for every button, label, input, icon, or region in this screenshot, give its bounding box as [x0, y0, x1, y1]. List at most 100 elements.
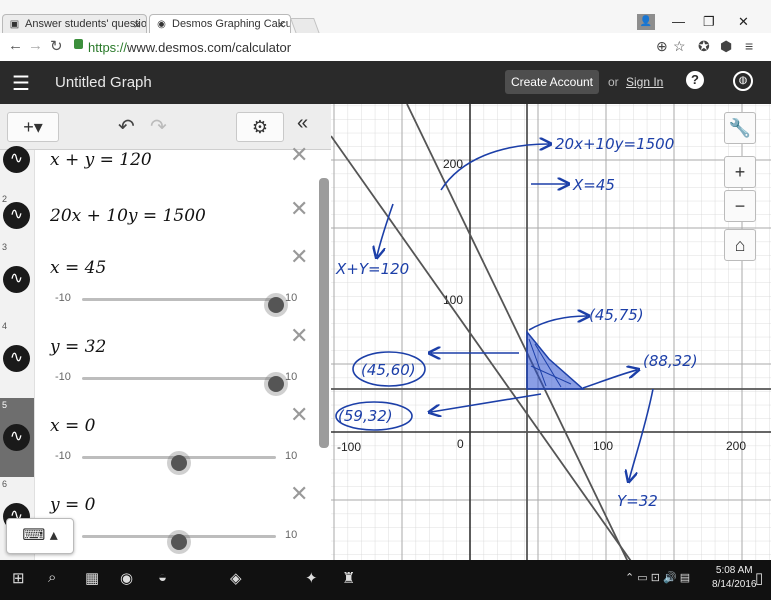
system-clock[interactable]: 5:08 AM 8/14/2016	[712, 564, 757, 592]
slider-knob[interactable]	[268, 297, 284, 313]
delete-expression-icon[interactable]: ✕	[290, 481, 308, 507]
expression-row-selected[interactable]: 5 ∿ x = 0 ✕ -10 10	[0, 398, 318, 478]
app-icon[interactable]: ◒	[158, 569, 167, 586]
sign-in-link[interactable]: Sign In	[626, 75, 663, 89]
annotation-text: Y=32	[617, 492, 658, 510]
tab-close-icon[interactable]: ×	[277, 17, 285, 32]
annotation-text: (45,60)	[361, 361, 416, 379]
annotation-text: X=45	[572, 176, 615, 194]
clock-time: 5:08 AM	[715, 565, 753, 576]
slider-max[interactable]: 10	[285, 529, 297, 541]
app-icon[interactable]: ✦	[305, 569, 318, 587]
file-explorer-icon[interactable]: ▦	[85, 569, 99, 587]
keyboard-toggle-button[interactable]: ⌨ ▴	[6, 518, 74, 554]
expression-row[interactable]: ∿ x + y = 120 ✕	[0, 142, 318, 193]
value-slider[interactable]: -10 10	[50, 371, 300, 392]
tab-desmos[interactable]: ◉ Desmos Graphing Calcula ×	[149, 14, 291, 34]
graph-title[interactable]: Untitled Graph	[55, 74, 152, 91]
minimize-icon[interactable]: —	[672, 14, 685, 29]
delete-expression-icon[interactable]: ✕	[290, 244, 308, 270]
help-icon[interactable]: ?	[686, 71, 704, 89]
expression-row[interactable]: 3 ∿ x = 45 ✕ -10 10	[0, 240, 318, 320]
new-tab-button[interactable]	[290, 18, 320, 34]
reload-icon[interactable]: ↻	[50, 37, 63, 55]
browser-tab-strip: ▣ Answer students' questio × ◉ Desmos Gr…	[0, 0, 771, 34]
expression-math[interactable]: x = 0	[50, 416, 95, 436]
expression-math[interactable]: x = 45	[50, 258, 106, 278]
delete-expression-icon[interactable]: ✕	[290, 402, 308, 428]
value-slider[interactable]: -10 10	[50, 292, 300, 313]
chrome-icon[interactable]: ◉	[120, 569, 133, 587]
notifications-icon[interactable]: ▯	[755, 569, 763, 587]
hamburger-menu-icon[interactable]: ☰	[12, 71, 30, 96]
add-item-button[interactable]: +▾	[7, 112, 59, 142]
expression-math[interactable]: y = 0	[50, 495, 95, 515]
extension-icon[interactable]: ✪	[698, 38, 710, 55]
slider-max[interactable]: 10	[285, 292, 297, 304]
slider-knob[interactable]	[268, 376, 284, 392]
clock-date: 8/14/2016	[712, 579, 757, 590]
close-window-icon[interactable]: ✕	[738, 14, 749, 30]
search-icon[interactable]: ⌕	[48, 569, 56, 586]
slider-track[interactable]	[82, 534, 276, 550]
settings-gear-icon[interactable]: ⚙	[236, 112, 284, 142]
expression-math[interactable]: y = 32	[50, 337, 106, 357]
expression-panel: +▾ ↶ ↷ ⚙ « ∿ x + y = 120 ✕ 2 ∿ 20x + 10y…	[0, 104, 332, 560]
slider-knob[interactable]	[171, 455, 187, 471]
app-icon[interactable]: ♜	[342, 569, 355, 587]
delete-expression-icon[interactable]: ✕	[290, 142, 308, 168]
slider-track[interactable]	[82, 376, 284, 392]
slider-max[interactable]: 10	[285, 371, 297, 383]
home-icon[interactable]: ⌂	[724, 229, 756, 261]
zoom-out-button[interactable]: −	[724, 190, 756, 222]
value-slider[interactable]: 10	[50, 529, 300, 550]
tab-close-icon[interactable]: ×	[133, 17, 141, 32]
delete-expression-icon[interactable]: ✕	[290, 196, 308, 222]
expression-math[interactable]: 20x + 10y = 1500	[50, 206, 206, 226]
slider-track[interactable]	[82, 455, 276, 471]
forward-icon[interactable]: →	[28, 37, 43, 54]
create-account-button[interactable]: Create Account	[505, 70, 599, 94]
expression-row[interactable]: 2 ∿ 20x + 10y = 1500 ✕	[0, 192, 318, 241]
back-icon[interactable]: ←	[8, 37, 23, 54]
extension-icon[interactable]: ⬢	[720, 38, 732, 55]
redo-icon[interactable]: ↷	[150, 114, 167, 139]
slider-min[interactable]: -10	[55, 371, 71, 383]
slider-max[interactable]: 10	[285, 450, 297, 462]
tab-answer-students[interactable]: ▣ Answer students' questio ×	[2, 14, 147, 34]
delete-expression-icon[interactable]: ✕	[290, 323, 308, 349]
bookmark-star-icon[interactable]: ☆	[673, 38, 686, 55]
graph-settings-wrench-icon[interactable]: 🔧	[724, 112, 756, 144]
app-icon[interactable]: ◈	[230, 569, 242, 587]
line-style-icon[interactable]: ∿	[3, 146, 30, 173]
zoom-in-button[interactable]: +	[724, 156, 756, 188]
user-profile-icon[interactable]: 👤	[637, 14, 655, 30]
line-style-icon[interactable]: ∿	[3, 424, 30, 451]
slider-knob[interactable]	[171, 534, 187, 550]
graph-canvas[interactable]: -100 0 100 200 200 100 20x+10y=1500 X=45…	[331, 104, 771, 560]
zoom-icon[interactable]: ⊕	[656, 38, 668, 55]
slider-track[interactable]	[82, 297, 284, 313]
undo-icon[interactable]: ↶	[118, 114, 135, 139]
menu-icon[interactable]: ≡	[745, 38, 753, 54]
line-style-icon[interactable]: ∿	[3, 266, 30, 293]
x-tick-label: 200	[726, 439, 746, 453]
line-style-icon[interactable]: ∿	[3, 202, 30, 229]
tray-icons[interactable]: ⌃ ▭ ⊡ 🔊 ▤	[625, 571, 690, 584]
expression-list: ∿ x + y = 120 ✕ 2 ∿ 20x + 10y = 1500 ✕ 3…	[0, 142, 318, 560]
url-field[interactable]: https://www.desmos.com/calculator	[88, 40, 291, 55]
windows-start-icon[interactable]: ⊞	[12, 569, 25, 587]
restore-icon[interactable]: ❐	[703, 14, 715, 30]
slider-min[interactable]: -10	[55, 292, 71, 304]
expression-math[interactable]: x + y = 120	[50, 150, 152, 170]
graph-paper[interactable]: -100 0 100 200 200 100 20x+10y=1500 X=45…	[331, 104, 771, 560]
line-style-icon[interactable]: ∿	[3, 345, 30, 372]
collapse-panel-icon[interactable]: «	[297, 112, 308, 135]
slider-min[interactable]: -10	[55, 450, 71, 462]
x-tick-label: 100	[593, 439, 613, 453]
value-slider[interactable]: -10 10	[50, 450, 300, 471]
tab-label: Answer students' questio	[25, 18, 147, 30]
expression-list-scrollbar[interactable]	[319, 178, 329, 448]
expression-row[interactable]: 4 ∿ y = 32 ✕ -10 10	[0, 319, 318, 399]
globe-icon[interactable]: ◍	[733, 71, 753, 91]
